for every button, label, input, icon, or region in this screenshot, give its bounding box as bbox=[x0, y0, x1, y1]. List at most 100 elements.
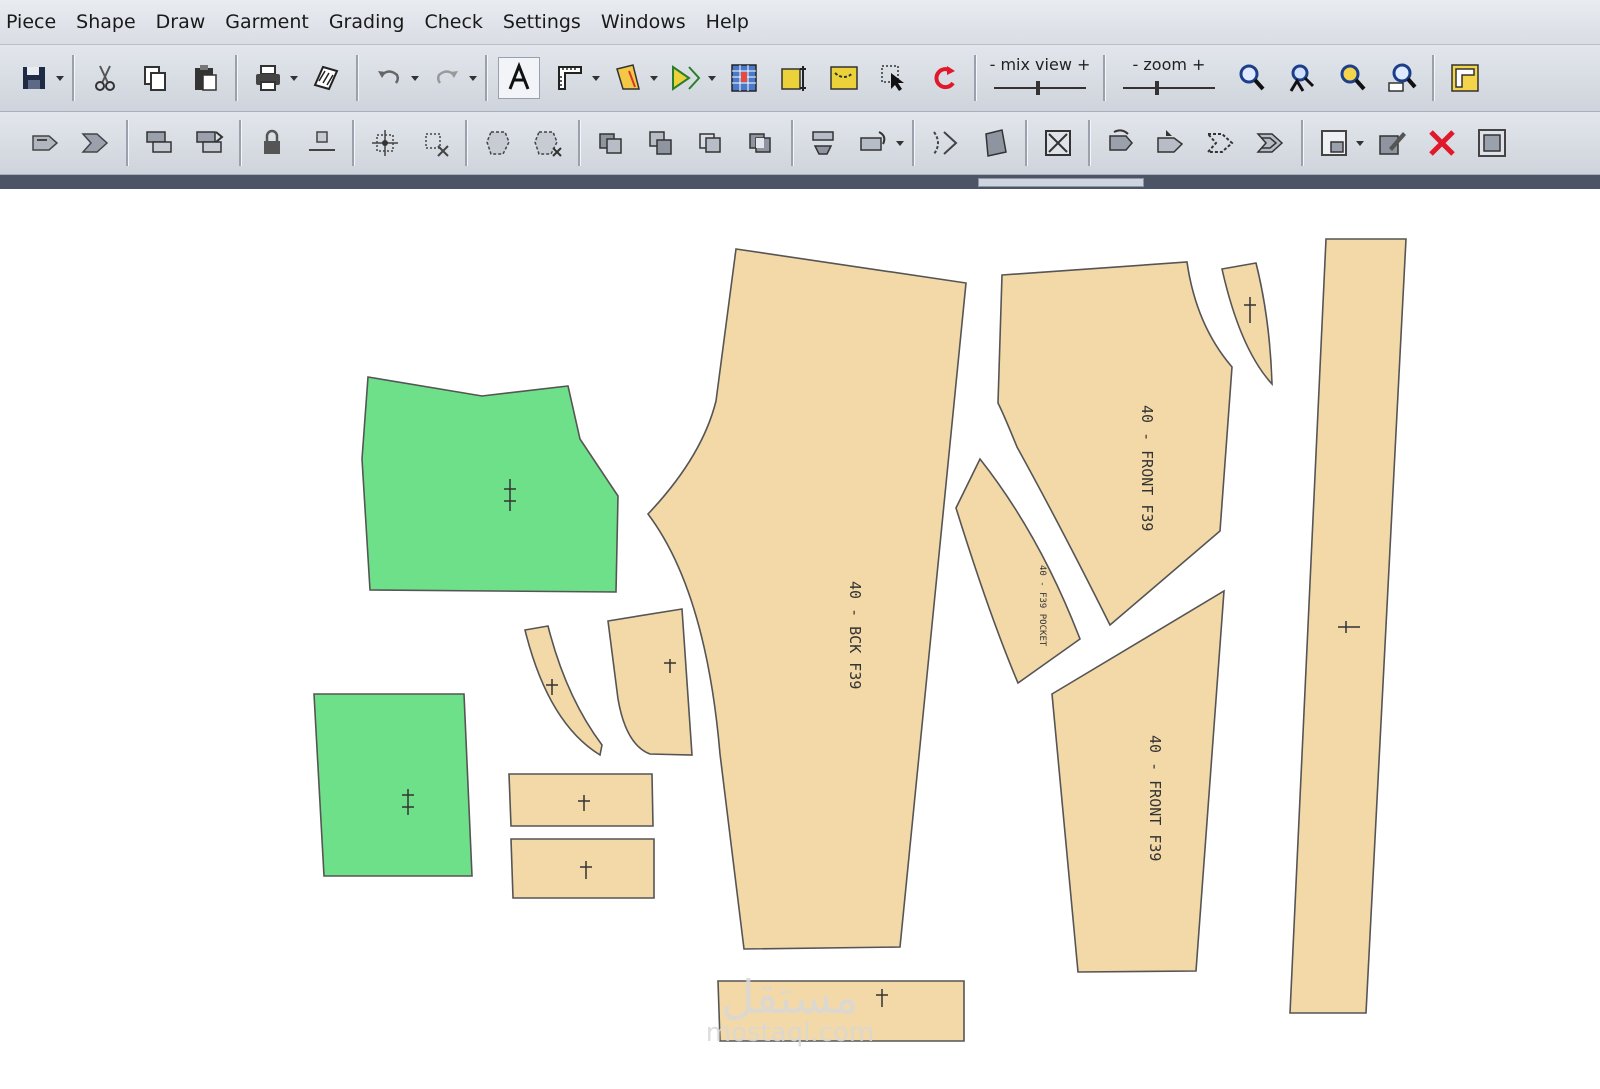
redo-button[interactable] bbox=[427, 58, 467, 98]
mix-view-track bbox=[994, 87, 1086, 89]
seam-button[interactable] bbox=[824, 58, 864, 98]
exclude-button[interactable] bbox=[741, 123, 781, 163]
pattern-piece-square[interactable] bbox=[313, 693, 473, 877]
scroll-handle[interactable] bbox=[978, 178, 1144, 187]
measure-button[interactable] bbox=[774, 58, 814, 98]
label-front-lower-piece: 40 - FRONT F39 bbox=[1146, 735, 1164, 861]
union-button[interactable] bbox=[591, 123, 631, 163]
copy-piece-button[interactable] bbox=[1251, 123, 1291, 163]
menu-settings[interactable]: Settings bbox=[493, 0, 591, 44]
walk-piece-button[interactable] bbox=[76, 123, 116, 163]
pattern-drawing[interactable]: 40 - BCK F39 40 - FRONT F39 40 - FRONT F… bbox=[0, 189, 1600, 1089]
piece-deselect-icon bbox=[534, 131, 562, 157]
align-button[interactable] bbox=[302, 123, 342, 163]
piece-tool-dropdown[interactable] bbox=[649, 58, 659, 98]
pattern-piece-front-lower[interactable] bbox=[1051, 589, 1225, 973]
menu-garment[interactable]: Garment bbox=[215, 0, 319, 44]
cut-button[interactable] bbox=[85, 58, 125, 98]
align-icon bbox=[309, 131, 335, 151]
save-dropdown[interactable] bbox=[55, 58, 65, 98]
zoom-in-button[interactable] bbox=[1232, 58, 1272, 98]
frame-button[interactable] bbox=[1314, 123, 1354, 163]
toolbar-separator bbox=[1301, 120, 1304, 166]
fold-tool-dropdown[interactable] bbox=[707, 58, 717, 98]
points-select-button[interactable] bbox=[365, 123, 405, 163]
menu-shape[interactable]: Shape bbox=[66, 0, 146, 44]
edit-piece-button[interactable] bbox=[1372, 123, 1412, 163]
menu-windows[interactable]: Windows bbox=[591, 0, 696, 44]
select-button[interactable] bbox=[874, 58, 914, 98]
pattern-piece-rect-2[interactable] bbox=[510, 838, 655, 899]
toolbar-separator bbox=[1025, 120, 1028, 166]
subtract-icon bbox=[649, 131, 672, 155]
ruler-dropdown[interactable] bbox=[591, 58, 601, 98]
frame-icon bbox=[1321, 130, 1347, 156]
notch-button[interactable] bbox=[1038, 123, 1078, 163]
mirror-button[interactable] bbox=[854, 123, 894, 163]
text-tool-button[interactable] bbox=[498, 57, 540, 99]
dashed-move-button[interactable] bbox=[1201, 123, 1241, 163]
marker-button[interactable] bbox=[724, 58, 764, 98]
zoom-fit-button[interactable] bbox=[1282, 58, 1322, 98]
plot-button[interactable] bbox=[306, 58, 346, 98]
mirror-dropdown[interactable] bbox=[895, 123, 905, 163]
points-delete-button[interactable] bbox=[415, 123, 455, 163]
frame-dropdown[interactable] bbox=[1355, 123, 1365, 163]
zoom-slider[interactable]: - zoom + bbox=[1117, 53, 1221, 103]
forward-piece-button[interactable] bbox=[26, 123, 66, 163]
pattern-piece-small-curve[interactable] bbox=[524, 625, 603, 757]
stack-down-button[interactable] bbox=[189, 123, 229, 163]
rotate-piece-button[interactable] bbox=[1101, 123, 1141, 163]
menu-grading[interactable]: Grading bbox=[319, 0, 415, 44]
pattern-piece-pocket-bag[interactable] bbox=[607, 608, 693, 756]
magnifier-window-icon bbox=[1340, 64, 1366, 91]
piece-tool-button[interactable] bbox=[608, 58, 648, 98]
zoom-thumb[interactable] bbox=[1155, 81, 1159, 95]
rotate-button[interactable] bbox=[924, 58, 964, 98]
stack-up-button[interactable] bbox=[139, 123, 179, 163]
menu-check[interactable]: Check bbox=[414, 0, 492, 44]
delete-button[interactable] bbox=[1422, 123, 1462, 163]
print-button[interactable] bbox=[248, 58, 288, 98]
marker-grid-icon bbox=[731, 64, 757, 92]
print-dropdown[interactable] bbox=[289, 58, 299, 98]
menu-draw[interactable]: Draw bbox=[146, 0, 216, 44]
ruler-icon bbox=[558, 66, 582, 90]
grade-piece-button[interactable] bbox=[975, 123, 1015, 163]
pattern-piece-back[interactable] bbox=[646, 248, 967, 950]
flip-button[interactable] bbox=[804, 123, 844, 163]
piece-select-button[interactable] bbox=[478, 123, 518, 163]
split-button[interactable] bbox=[925, 123, 965, 163]
zoom-all-button[interactable] bbox=[1382, 58, 1422, 98]
pattern-piece-yoke[interactable] bbox=[361, 376, 619, 593]
piece-deselect-button[interactable] bbox=[528, 123, 568, 163]
window-button[interactable] bbox=[1472, 123, 1512, 163]
lock-icon bbox=[264, 129, 280, 154]
lock-button[interactable] bbox=[252, 123, 292, 163]
mix-view-slider[interactable]: - mix view + bbox=[988, 53, 1092, 103]
pattern-piece-rect-1[interactable] bbox=[508, 773, 654, 827]
move-piece-icon bbox=[1157, 130, 1184, 153]
layout-button[interactable] bbox=[1445, 58, 1485, 98]
move-piece-button[interactable] bbox=[1151, 123, 1191, 163]
menu-help[interactable]: Help bbox=[696, 0, 759, 44]
redo-dropdown[interactable] bbox=[468, 58, 478, 98]
save-button[interactable] bbox=[14, 58, 54, 98]
copy-button[interactable] bbox=[135, 58, 175, 98]
piece-shape-icon bbox=[616, 64, 640, 90]
intersect-button[interactable] bbox=[691, 123, 731, 163]
pattern-canvas[interactable]: 40 - BCK F39 40 - FRONT F39 40 - FRONT F… bbox=[0, 189, 1600, 1089]
undo-dropdown[interactable] bbox=[410, 58, 420, 98]
toolbar-separator bbox=[126, 120, 129, 166]
subtract-button[interactable] bbox=[641, 123, 681, 163]
pattern-piece-waistband[interactable] bbox=[1289, 238, 1407, 1014]
menu-piece[interactable]: Piece bbox=[0, 0, 66, 44]
paste-button[interactable] bbox=[185, 58, 225, 98]
mix-view-thumb[interactable] bbox=[1036, 81, 1040, 95]
zoom-window-button[interactable] bbox=[1332, 58, 1372, 98]
fold-tool-button[interactable] bbox=[666, 58, 706, 98]
ruler-tool-button[interactable] bbox=[550, 58, 590, 98]
toolbar-separator bbox=[1088, 120, 1091, 166]
label-pocket-facing-piece: 40 - F39 POCKET bbox=[1037, 565, 1047, 647]
undo-button[interactable] bbox=[369, 58, 409, 98]
